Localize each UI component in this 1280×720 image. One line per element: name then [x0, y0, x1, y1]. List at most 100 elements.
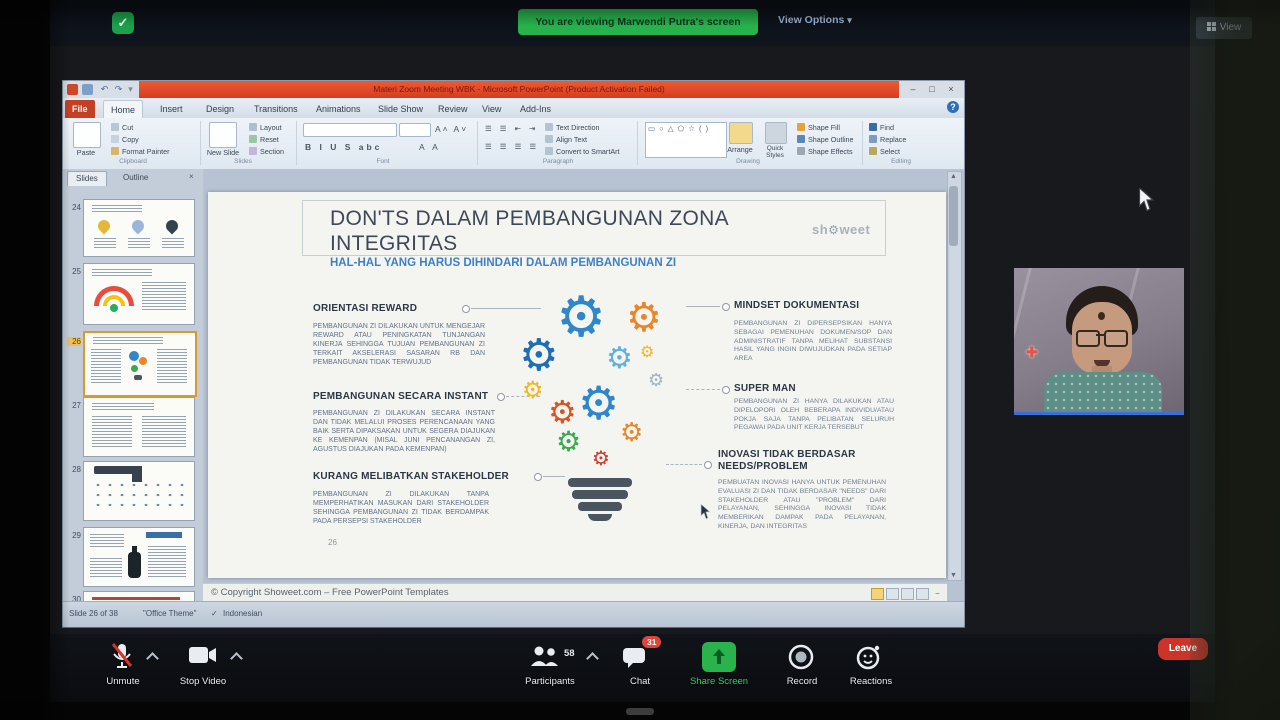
- arrange-icon[interactable]: [729, 122, 753, 144]
- reactions-smiley-icon: [856, 644, 882, 670]
- slide-thumbnail-24[interactable]: [83, 199, 195, 257]
- slides-tab[interactable]: Slides: [67, 171, 107, 186]
- gallery-view-button[interactable]: View: [1196, 17, 1252, 39]
- slide-subtitle: HAL-HAL YANG HARUS DIHINDARI DALAM PEMBA…: [330, 257, 850, 269]
- font-name-select[interactable]: [303, 123, 397, 137]
- reset-button[interactable]: Reset: [249, 135, 279, 144]
- tab-animations[interactable]: Animations: [309, 100, 368, 118]
- align-text-button[interactable]: Align Text: [545, 135, 587, 144]
- mini-bottle: [128, 552, 141, 578]
- layout-button[interactable]: Layout: [249, 123, 282, 132]
- section-body: PEMBANGUNAN ZI DILAKUKAN SECARA INSTANT …: [313, 409, 495, 454]
- shape-fill-button[interactable]: Shape Fill: [797, 123, 840, 132]
- arrange-button[interactable]: Arrange: [721, 145, 759, 154]
- list-buttons[interactable]: ☰ ☰ ⇤ ⇥: [485, 124, 538, 133]
- font-style-buttons[interactable]: B I U S abc: [305, 142, 382, 152]
- cut-icon: [111, 123, 119, 131]
- gear-icon: [556, 290, 606, 346]
- slide-sorter-icon[interactable]: [886, 588, 899, 600]
- tab-slide-show[interactable]: Slide Show: [371, 100, 430, 118]
- stop-video-button[interactable]: [182, 644, 226, 674]
- section-heading: PEMBANGUNAN SECARA INSTANT: [313, 391, 513, 402]
- spellcheck-icon[interactable]: ✓: [211, 609, 218, 618]
- save-icon[interactable]: [82, 84, 93, 95]
- tab-add-ins[interactable]: Add-Ins: [513, 100, 558, 118]
- outline-tab[interactable]: Outline: [115, 171, 156, 185]
- section-heading: SUPER MAN: [734, 383, 894, 394]
- slide-thumbnail-27[interactable]: [83, 397, 195, 457]
- connector-ring: [534, 473, 542, 481]
- normal-view-icon[interactable]: [871, 588, 884, 600]
- unmute-options-caret[interactable]: [146, 652, 159, 665]
- tab-view[interactable]: View: [475, 100, 508, 118]
- shape-outline-button[interactable]: Shape Outline: [797, 135, 854, 144]
- text-direction-button[interactable]: Text Direction: [545, 123, 600, 132]
- paste-icon[interactable]: [73, 122, 101, 148]
- align-buttons[interactable]: ☰ ☰ ☰ ☰: [485, 142, 539, 151]
- replace-button[interactable]: Replace: [869, 135, 906, 144]
- slide-thumbnail-28[interactable]: [83, 461, 195, 521]
- chat-label: Chat: [612, 676, 668, 687]
- tab-home[interactable]: Home: [103, 100, 143, 119]
- encryption-shield-icon[interactable]: [112, 12, 134, 34]
- view-options-menu[interactable]: View Options ▾: [778, 14, 852, 26]
- font-grow-shrink-icons[interactable]: A˄ A˅: [435, 124, 468, 134]
- reactions-button[interactable]: [856, 644, 884, 672]
- new-slide-icon[interactable]: [209, 122, 237, 148]
- reading-view-icon[interactable]: [901, 588, 914, 600]
- tab-review[interactable]: Review: [431, 100, 475, 118]
- slide-thumbnail-26-current[interactable]: [83, 331, 197, 397]
- reaction-plus-icon: ✚: [1026, 344, 1038, 361]
- participant-video-tile[interactable]: ✚: [1014, 268, 1184, 415]
- section-button[interactable]: Section: [249, 147, 284, 156]
- tab-transitions[interactable]: Transitions: [247, 100, 305, 118]
- select-button[interactable]: Select: [869, 147, 900, 156]
- find-button[interactable]: Find: [869, 123, 894, 132]
- font-color-buttons[interactable]: A A: [419, 142, 441, 152]
- slide-thumbnail-29[interactable]: [83, 527, 195, 587]
- quick-styles-icon[interactable]: [765, 122, 787, 144]
- convert-smartart-button[interactable]: Convert to SmartArt: [545, 147, 620, 156]
- vertical-scrollbar[interactable]: ▲ ▼: [947, 171, 962, 581]
- photo-of-monitor: You are viewing Marwendi Putra's screen …: [0, 0, 1280, 720]
- slideshow-icon[interactable]: [916, 588, 929, 600]
- quick-access-dropdown-icon[interactable]: ▾: [125, 84, 136, 95]
- quick-styles-button[interactable]: Quick Styles: [757, 145, 793, 159]
- shape-effects-button[interactable]: Shape Effects: [797, 147, 853, 156]
- scrollbar-thumb[interactable]: [949, 186, 958, 246]
- unmute-button[interactable]: [102, 642, 142, 674]
- paste-button[interactable]: Paste: [69, 148, 103, 157]
- video-options-caret[interactable]: [230, 652, 243, 665]
- language-indicator[interactable]: Indonesian: [223, 609, 262, 618]
- format-painter-button[interactable]: Format Painter: [111, 147, 170, 156]
- help-icon[interactable]: ?: [947, 101, 959, 113]
- font-size-select[interactable]: [399, 123, 431, 137]
- tab-insert[interactable]: Insert: [153, 100, 190, 118]
- cut-button[interactable]: Cut: [111, 123, 133, 132]
- mini-gear: [139, 357, 147, 365]
- copy-button[interactable]: Copy: [111, 135, 139, 144]
- share-screen-button[interactable]: [702, 642, 736, 672]
- redo-icon[interactable]: ↷: [113, 84, 124, 95]
- mini-icon-grid: [92, 480, 186, 512]
- ppt-title-bar[interactable]: ↶ ↷ ▾ Materi Zoom Meeting WBK - Microsof…: [63, 81, 964, 98]
- panel-close-icon[interactable]: ×: [189, 172, 194, 181]
- chat-button[interactable]: [622, 646, 656, 674]
- shapes-gallery[interactable]: ▭ ○ △ ⬠ ☆ ( ): [645, 122, 727, 158]
- record-button[interactable]: [788, 644, 816, 672]
- tab-file[interactable]: File: [65, 100, 95, 118]
- close-button[interactable]: ×: [943, 83, 959, 96]
- tab-design[interactable]: Design: [199, 100, 241, 118]
- slide-thumbnail-25[interactable]: [83, 263, 195, 325]
- maximize-button[interactable]: □: [924, 83, 940, 96]
- scroll-down-icon[interactable]: ▼: [950, 572, 957, 579]
- minimize-button[interactable]: –: [905, 83, 921, 96]
- screen-share-banner: You are viewing Marwendi Putra's screen: [518, 9, 758, 35]
- undo-icon[interactable]: ↶: [99, 84, 110, 95]
- new-slide-button[interactable]: New Slide: [203, 148, 243, 157]
- leave-button[interactable]: Leave: [1158, 638, 1208, 660]
- scroll-up-icon[interactable]: ▲: [950, 173, 957, 180]
- participants-button[interactable]: [528, 644, 568, 674]
- participants-label: Participants: [508, 676, 592, 687]
- participants-caret[interactable]: [586, 652, 599, 665]
